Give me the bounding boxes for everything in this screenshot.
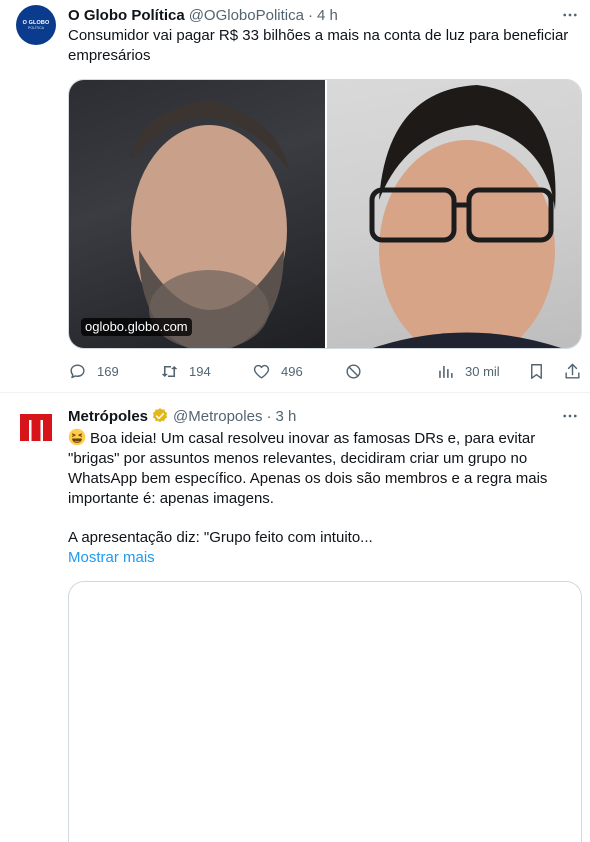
media-photo-right <box>327 80 581 348</box>
tweet-metropoles[interactable]: Metrópoles @Metropoles · 3 h Boa ideia! … <box>0 394 590 842</box>
tweet-text: Consumidor vai pagar R$ 33 bilhões a mai… <box>68 27 569 64</box>
separator: · <box>266 407 272 425</box>
repost-count: 194 <box>189 363 211 379</box>
reply-icon <box>70 363 85 378</box>
author-handle[interactable]: @Metropoles <box>173 408 262 425</box>
views-button[interactable]: 30 mil <box>436 360 500 382</box>
link-domain-label[interactable]: oglobo.globo.com <box>81 318 192 336</box>
timestamp[interactable]: 4 h <box>317 7 338 24</box>
tweet-media-placeholder[interactable] <box>68 581 582 842</box>
no-entry-icon <box>346 363 361 379</box>
tweet-oglobo[interactable]: O GLOBO POLÍTICA O Globo Política @OGlob… <box>0 0 590 393</box>
view-count: 30 mil <box>465 363 500 379</box>
share-button[interactable] <box>563 360 582 382</box>
like-count: 496 <box>281 363 303 379</box>
tweet-header: Metrópoles @Metropoles · 3 h <box>68 406 296 426</box>
timestamp[interactable]: 3 h <box>275 408 296 425</box>
repost-button[interactable]: 194 <box>160 360 211 382</box>
author-name[interactable]: Metrópoles <box>68 408 148 425</box>
media-photo-left <box>69 80 325 348</box>
separator: · <box>307 6 313 24</box>
like-button[interactable]: 496 <box>252 360 303 382</box>
verified-badge-icon[interactable] <box>151 407 169 425</box>
repost-icon <box>161 365 178 377</box>
bookmark-icon <box>531 363 542 379</box>
metropoles-logo-icon[interactable] <box>18 409 54 445</box>
reply-button[interactable]: 169 <box>68 360 119 382</box>
bookmark-button[interactable] <box>527 360 546 382</box>
tweet-text-paragraph-1: Boa ideia! Um casal resolveu inovar as f… <box>68 430 548 507</box>
show-more-link[interactable]: Mostrar mais <box>68 548 155 568</box>
tweet-text: Boa ideia! Um casal resolveu inovar as f… <box>68 428 578 509</box>
more-options-icon[interactable] <box>560 406 580 426</box>
tweet-actions: 169 194 496 30 mil <box>68 360 582 382</box>
avatar[interactable]: O GLOBO POLÍTICA <box>16 5 56 45</box>
grinning-squinting-emoji-icon <box>68 428 86 446</box>
analytics-icon <box>439 365 453 378</box>
author-name[interactable]: O Globo Política <box>68 7 185 24</box>
heart-icon <box>253 364 270 379</box>
share-icon <box>565 363 580 379</box>
reply-count: 169 <box>97 363 119 379</box>
tweet-text-paragraph-2: A apresentação diz: "Grupo feito com int… <box>68 529 373 546</box>
tweet-media[interactable]: oglobo.globo.com <box>68 79 582 349</box>
more-options-icon[interactable] <box>560 5 580 25</box>
author-handle[interactable]: @OGloboPolitica <box>189 7 304 24</box>
blocked-button[interactable] <box>344 360 363 382</box>
tweet-header: O Globo Política @OGloboPolitica · 4 h <box>68 5 338 25</box>
avatar-line2: POLÍTICA <box>28 26 44 30</box>
